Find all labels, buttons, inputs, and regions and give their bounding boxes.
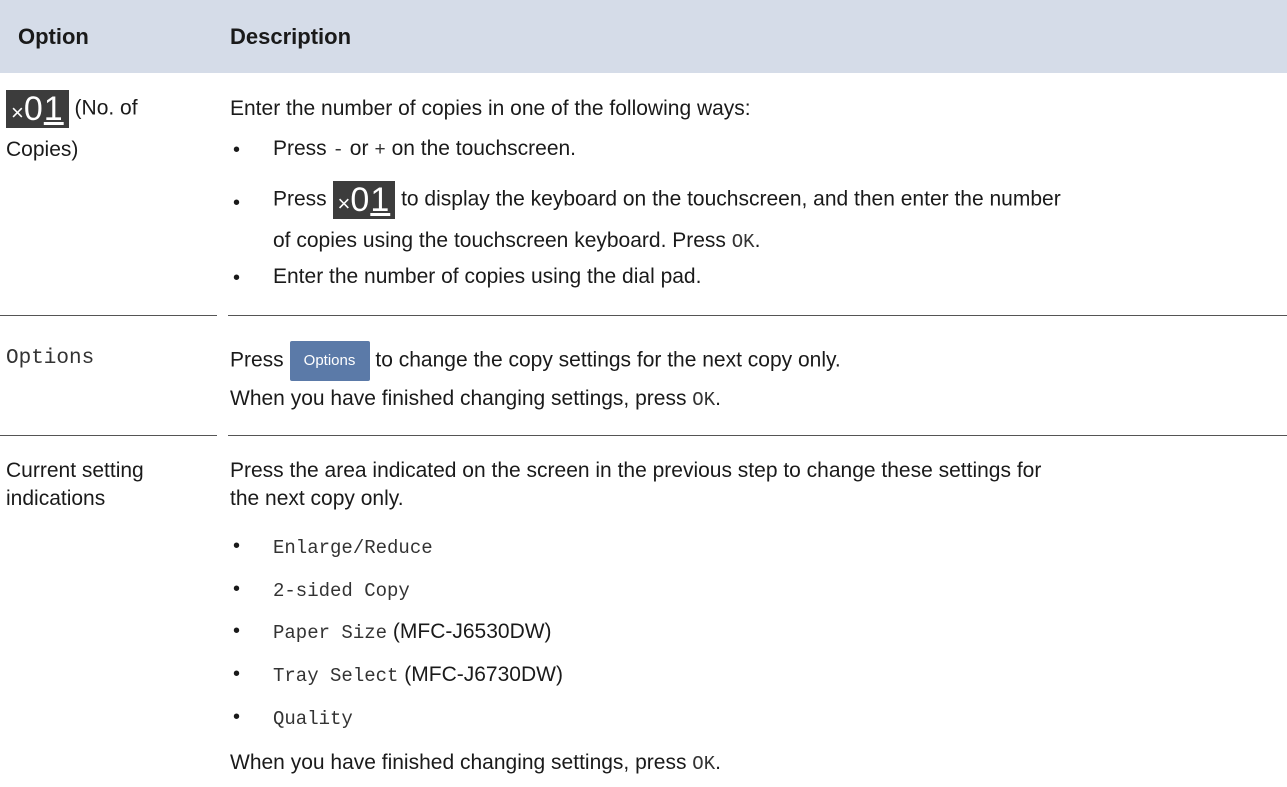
header-option: Option <box>18 24 89 49</box>
divider <box>0 435 217 436</box>
divider <box>228 315 1287 316</box>
copies-badge-icon: ×01 <box>332 181 396 219</box>
header-description: Description <box>230 24 352 49</box>
bullet: • <box>233 535 241 557</box>
row2-option-label: Options <box>6 347 95 370</box>
list-item: 2-sided Copy <box>273 580 410 602</box>
row1-option-cell: ×01 (No. of <box>6 90 138 128</box>
row3-option-label-1: Current setting <box>6 459 144 482</box>
row1-option-label-2: Copies) <box>6 138 79 161</box>
row3-option-label-2: indications <box>6 487 106 510</box>
list-item: Enlarge/Reduce <box>273 537 433 559</box>
list-item: Tray Select (MFC-J6730DW) <box>273 663 563 687</box>
divider <box>228 435 1287 436</box>
bullet: • <box>233 192 241 214</box>
row2-line-1: Press Options to change the copy setting… <box>230 341 841 381</box>
list-item: Paper Size (MFC-J6530DW) <box>273 620 552 644</box>
list-item: Quality <box>273 708 353 730</box>
divider <box>0 315 217 316</box>
row2-line-2: When you have finished changing settings… <box>230 387 721 411</box>
row1-intro: Enter the number of copies in one of the… <box>230 97 751 120</box>
bullet: • <box>233 620 241 642</box>
row3-intro-1: Press the area indicated on the screen i… <box>230 459 1042 482</box>
bullet: • <box>233 578 241 600</box>
row3-intro-2: the next copy only. <box>230 487 404 510</box>
copies-badge-icon: ×01 <box>6 90 69 128</box>
row1-option-label: (No. of <box>74 96 138 120</box>
bullet: • <box>233 267 241 289</box>
row1-bullet-2-line2: of copies using the touchscreen keyboard… <box>273 229 761 253</box>
bullet: • <box>233 139 241 161</box>
bullet: • <box>233 663 241 685</box>
row3-closing: When you have finished changing settings… <box>230 751 721 775</box>
row1-bullet-1: Press - or + on the touchscreen. <box>273 137 577 161</box>
row1-bullet-2: Press ×01 to display the keyboard on the… <box>273 181 1061 219</box>
table-header: Option Description <box>0 0 1287 73</box>
options-button[interactable]: Options <box>289 341 370 381</box>
row1-bullet-3: Enter the number of copies using the dia… <box>273 265 702 288</box>
bullet: • <box>233 706 241 728</box>
